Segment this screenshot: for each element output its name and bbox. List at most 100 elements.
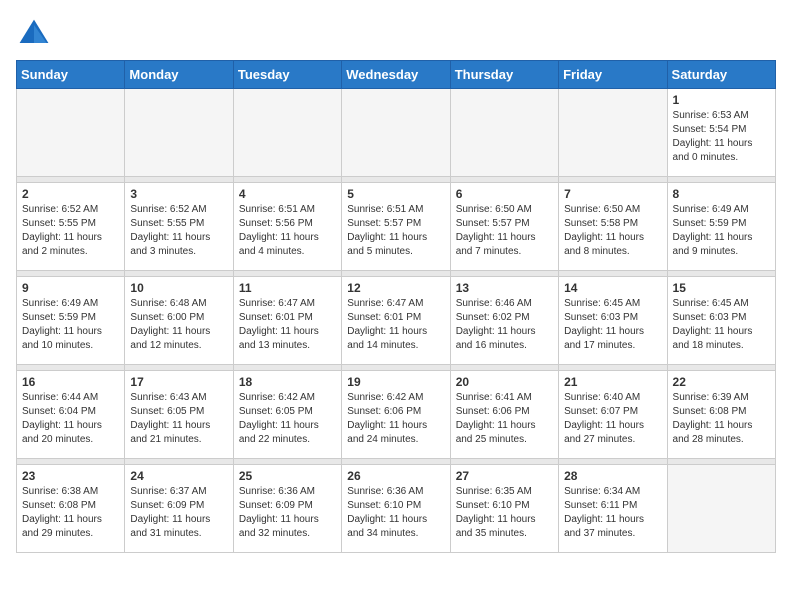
day-info: Sunrise: 6:47 AM Sunset: 6:01 PM Dayligh… [239,297,336,353]
day-info: Sunrise: 6:52 AM Sunset: 5:55 PM Dayligh… [22,203,119,259]
calendar-cell: 11 Sunrise: 6:47 AM Sunset: 6:01 PM Dayli… [233,277,341,365]
day-info: Sunrise: 6:39 AM Sunset: 6:08 PM Dayligh… [673,391,770,447]
day-number: 25 [239,469,336,483]
day-info: Sunrise: 6:51 AM Sunset: 5:56 PM Dayligh… [239,203,336,259]
day-number: 12 [347,281,444,295]
calendar-cell: 3 Sunrise: 6:52 AM Sunset: 5:55 PM Daylig… [125,183,233,271]
calendar-cell [342,89,450,177]
calendar-cell: 1 Sunrise: 6:53 AM Sunset: 5:54 PM Daylig… [667,89,775,177]
day-header-monday: Monday [125,61,233,89]
calendar-cell: 17 Sunrise: 6:43 AM Sunset: 6:05 PM Dayli… [125,371,233,459]
calendar-header-row: SundayMondayTuesdayWednesdayThursdayFrid… [17,61,776,89]
calendar-cell [233,89,341,177]
day-info: Sunrise: 6:46 AM Sunset: 6:02 PM Dayligh… [456,297,553,353]
calendar-week-0: 1 Sunrise: 6:53 AM Sunset: 5:54 PM Daylig… [17,89,776,177]
day-info: Sunrise: 6:41 AM Sunset: 6:06 PM Dayligh… [456,391,553,447]
day-number: 16 [22,375,119,389]
calendar-week-1: 2 Sunrise: 6:52 AM Sunset: 5:55 PM Daylig… [17,183,776,271]
day-info: Sunrise: 6:52 AM Sunset: 5:55 PM Dayligh… [130,203,227,259]
calendar-cell: 7Sunrise: 6:50 AM Sunset: 5:58 PM Daylig… [559,183,667,271]
day-info: Sunrise: 6:51 AM Sunset: 5:57 PM Dayligh… [347,203,444,259]
day-number: 26 [347,469,444,483]
day-info: Sunrise: 6:47 AM Sunset: 6:01 PM Dayligh… [347,297,444,353]
day-number: 13 [456,281,553,295]
day-number: 19 [347,375,444,389]
calendar-cell: 12 Sunrise: 6:47 AM Sunset: 6:01 PM Dayli… [342,277,450,365]
calendar-cell: 22 Sunrise: 6:39 AM Sunset: 6:08 PM Dayli… [667,371,775,459]
day-header-wednesday: Wednesday [342,61,450,89]
day-info: Sunrise: 6:36 AM Sunset: 6:10 PM Dayligh… [347,485,444,541]
calendar-cell: 8 Sunrise: 6:49 AM Sunset: 5:59 PM Daylig… [667,183,775,271]
calendar-cell: 27 Sunrise: 6:35 AM Sunset: 6:10 PM Dayli… [450,465,558,553]
day-info: Sunrise: 6:43 AM Sunset: 6:05 PM Dayligh… [130,391,227,447]
day-number: 9 [22,281,119,295]
calendar-cell: 18 Sunrise: 6:42 AM Sunset: 6:05 PM Dayli… [233,371,341,459]
calendar-cell: 25 Sunrise: 6:36 AM Sunset: 6:09 PM Dayli… [233,465,341,553]
day-number: 5 [347,187,444,201]
calendar-cell: 19Sunrise: 6:42 AM Sunset: 6:06 PM Dayli… [342,371,450,459]
day-number: 15 [673,281,770,295]
calendar-cell [17,89,125,177]
calendar-cell [450,89,558,177]
day-header-saturday: Saturday [667,61,775,89]
day-info: Sunrise: 6:45 AM Sunset: 6:03 PM Dayligh… [673,297,770,353]
day-info: Sunrise: 6:49 AM Sunset: 5:59 PM Dayligh… [673,203,770,259]
calendar-cell: 26 Sunrise: 6:36 AM Sunset: 6:10 PM Dayli… [342,465,450,553]
calendar-cell: 2 Sunrise: 6:52 AM Sunset: 5:55 PM Daylig… [17,183,125,271]
calendar-cell: 14Sunrise: 6:45 AM Sunset: 6:03 PM Dayli… [559,277,667,365]
calendar-cell: 20 Sunrise: 6:41 AM Sunset: 6:06 PM Dayli… [450,371,558,459]
calendar-cell [667,465,775,553]
calendar-week-2: 9 Sunrise: 6:49 AM Sunset: 5:59 PM Daylig… [17,277,776,365]
day-number: 24 [130,469,227,483]
day-header-friday: Friday [559,61,667,89]
logo-icon [16,16,52,52]
calendar-cell: 23 Sunrise: 6:38 AM Sunset: 6:08 PM Dayli… [17,465,125,553]
day-number: 4 [239,187,336,201]
calendar-cell: 13 Sunrise: 6:46 AM Sunset: 6:02 PM Dayli… [450,277,558,365]
day-number: 27 [456,469,553,483]
day-info: Sunrise: 6:48 AM Sunset: 6:00 PM Dayligh… [130,297,227,353]
calendar-table: SundayMondayTuesdayWednesdayThursdayFrid… [16,60,776,553]
day-number: 18 [239,375,336,389]
day-number: 17 [130,375,227,389]
calendar-cell [559,89,667,177]
page-header [16,16,776,52]
calendar-cell: 9 Sunrise: 6:49 AM Sunset: 5:59 PM Daylig… [17,277,125,365]
day-number: 14 [564,281,661,295]
calendar-cell: 15 Sunrise: 6:45 AM Sunset: 6:03 PM Dayli… [667,277,775,365]
day-number: 2 [22,187,119,201]
day-info: Sunrise: 6:34 AM Sunset: 6:11 PM Dayligh… [564,485,661,541]
day-info: Sunrise: 6:50 AM Sunset: 5:57 PM Dayligh… [456,203,553,259]
calendar-week-3: 16 Sunrise: 6:44 AM Sunset: 6:04 PM Dayli… [17,371,776,459]
day-header-thursday: Thursday [450,61,558,89]
day-info: Sunrise: 6:42 AM Sunset: 6:05 PM Dayligh… [239,391,336,447]
calendar-cell: 10 Sunrise: 6:48 AM Sunset: 6:00 PM Dayli… [125,277,233,365]
day-number: 7 [564,187,661,201]
day-info: Sunrise: 6:44 AM Sunset: 6:04 PM Dayligh… [22,391,119,447]
day-number: 1 [673,93,770,107]
day-number: 10 [130,281,227,295]
day-info: Sunrise: 6:53 AM Sunset: 5:54 PM Dayligh… [673,109,770,165]
calendar-cell: 6 Sunrise: 6:50 AM Sunset: 5:57 PM Daylig… [450,183,558,271]
calendar-cell [125,89,233,177]
day-info: Sunrise: 6:37 AM Sunset: 6:09 PM Dayligh… [130,485,227,541]
calendar-cell: 28Sunrise: 6:34 AM Sunset: 6:11 PM Dayli… [559,465,667,553]
day-number: 6 [456,187,553,201]
day-number: 8 [673,187,770,201]
day-info: Sunrise: 6:40 AM Sunset: 6:07 PM Dayligh… [564,391,661,447]
day-number: 23 [22,469,119,483]
day-number: 20 [456,375,553,389]
day-header-tuesday: Tuesday [233,61,341,89]
day-number: 22 [673,375,770,389]
day-number: 3 [130,187,227,201]
day-info: Sunrise: 6:49 AM Sunset: 5:59 PM Dayligh… [22,297,119,353]
day-info: Sunrise: 6:38 AM Sunset: 6:08 PM Dayligh… [22,485,119,541]
day-number: 11 [239,281,336,295]
calendar-cell: 24 Sunrise: 6:37 AM Sunset: 6:09 PM Dayli… [125,465,233,553]
calendar-cell: 5 Sunrise: 6:51 AM Sunset: 5:57 PM Daylig… [342,183,450,271]
logo [16,16,58,52]
day-info: Sunrise: 6:35 AM Sunset: 6:10 PM Dayligh… [456,485,553,541]
calendar-cell: 16 Sunrise: 6:44 AM Sunset: 6:04 PM Dayli… [17,371,125,459]
calendar-cell: 4 Sunrise: 6:51 AM Sunset: 5:56 PM Daylig… [233,183,341,271]
day-info: Sunrise: 6:36 AM Sunset: 6:09 PM Dayligh… [239,485,336,541]
